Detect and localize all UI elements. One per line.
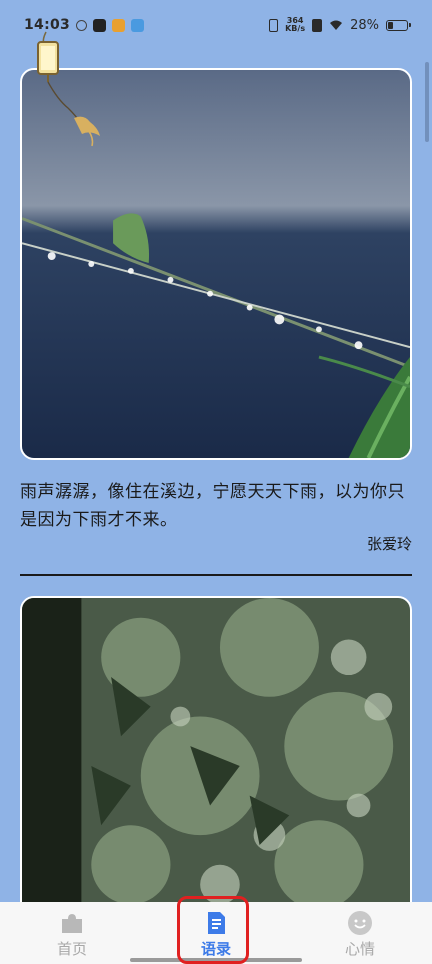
battery-icon <box>386 19 411 31</box>
sync-icon <box>76 19 88 31</box>
quote-image-rain-leaves[interactable] <box>20 596 412 926</box>
quote-author: 张爱玲 <box>366 535 412 553</box>
network-speed: 364 KB/s <box>285 17 305 33</box>
lantern-decoration-icon <box>37 31 100 147</box>
nav-item-mood[interactable]: 心情 <box>288 902 432 964</box>
rain-leaves-image <box>22 598 410 924</box>
nav-label-home: 首页 <box>56 940 87 958</box>
smiley-icon <box>348 911 372 935</box>
nav-label-quotes: 语录 <box>200 940 231 958</box>
bottom-nav: 首页 语录 心情 <box>0 902 432 964</box>
home-indicator[interactable] <box>130 958 302 962</box>
nav-label-mood: 心情 <box>344 940 375 958</box>
settings-app-icon <box>131 18 145 32</box>
network-speed-unit: KB/s <box>285 24 306 33</box>
quote-text: 雨声潺潺，像住在溪边，宁愿天天下雨，以为你只是因为下雨才不来。 <box>20 482 405 530</box>
puzzle-icon <box>62 914 82 933</box>
divider <box>20 574 412 576</box>
nav-item-home[interactable]: 首页 <box>0 902 144 964</box>
document-icon <box>208 912 225 934</box>
wifi-icon <box>330 20 343 30</box>
vibrate-icon <box>269 18 279 32</box>
nav-item-quotes[interactable]: 语录 <box>144 902 288 964</box>
no-sim-icon <box>312 18 323 32</box>
scrollbar-thumb[interactable] <box>425 62 429 142</box>
battery-fill <box>388 21 394 29</box>
battery-percent: 28% <box>350 17 379 33</box>
